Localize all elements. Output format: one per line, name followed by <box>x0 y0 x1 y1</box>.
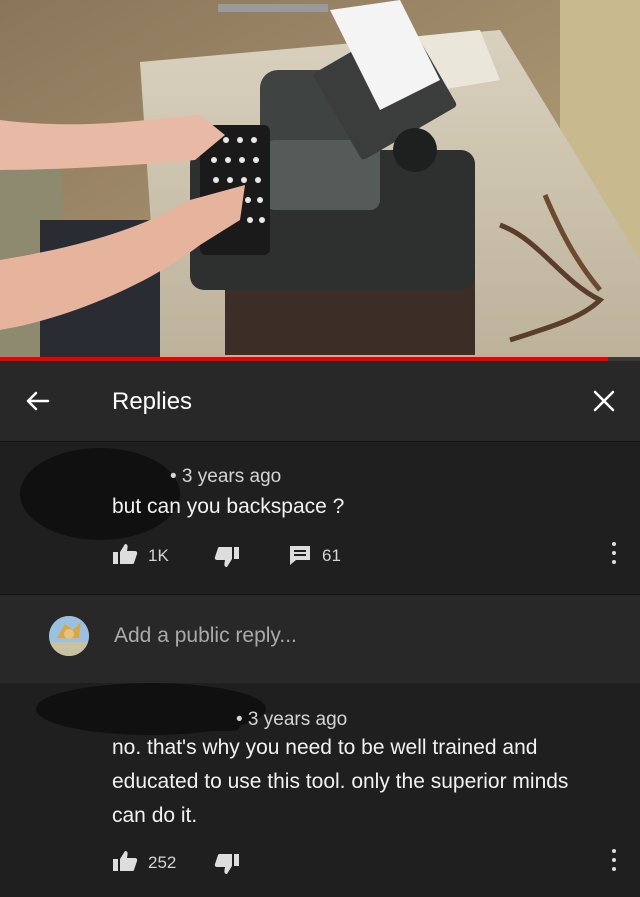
close-icon <box>593 390 615 412</box>
thumbs-down-icon[interactable] <box>214 852 240 876</box>
redacted-author-line <box>140 713 240 731</box>
avatar <box>49 616 89 656</box>
page-title: Replies <box>112 388 193 415</box>
replies-header: Replies <box>0 361 640 442</box>
thumbs-down-icon[interactable] <box>214 545 240 569</box>
reply-count: 61 <box>322 546 341 565</box>
more-vertical-icon[interactable] <box>610 542 618 572</box>
avatar-image <box>49 616 89 656</box>
more-vertical-icon[interactable] <box>610 849 618 879</box>
close-button[interactable] <box>586 383 622 419</box>
comment-meta: • 3 years ago <box>236 709 348 730</box>
like-count: 1K <box>148 546 169 565</box>
reply-input[interactable] <box>112 623 596 649</box>
video-frame-image <box>0 0 640 358</box>
thumbs-up-icon[interactable] <box>112 849 138 873</box>
comment-text-line-1: no. that's why you need to be well train… <box>112 736 538 759</box>
back-arrow-icon <box>26 391 50 411</box>
comment-text-line-3: can do it. <box>112 804 198 827</box>
comment-text: but can you backspace ? <box>112 495 345 518</box>
reply-comment: • 3 years ago no. that's why you need to… <box>0 683 640 897</box>
video-player[interactable] <box>0 0 640 358</box>
comment-text-line-2: educated to use this tool. only the supe… <box>112 770 569 793</box>
comment-meta: • 3 years ago <box>170 466 282 487</box>
like-count: 252 <box>148 853 177 872</box>
comment-actions: 252 <box>112 849 582 879</box>
back-button[interactable] <box>20 383 56 419</box>
reply-icon[interactable] <box>288 544 312 566</box>
parent-comment: • 3 years ago but can you backspace ? 1K… <box>0 442 640 592</box>
comment-actions: 1K 61 <box>112 542 582 572</box>
thumbs-up-icon[interactable] <box>112 542 138 566</box>
add-reply-bar <box>0 594 640 684</box>
